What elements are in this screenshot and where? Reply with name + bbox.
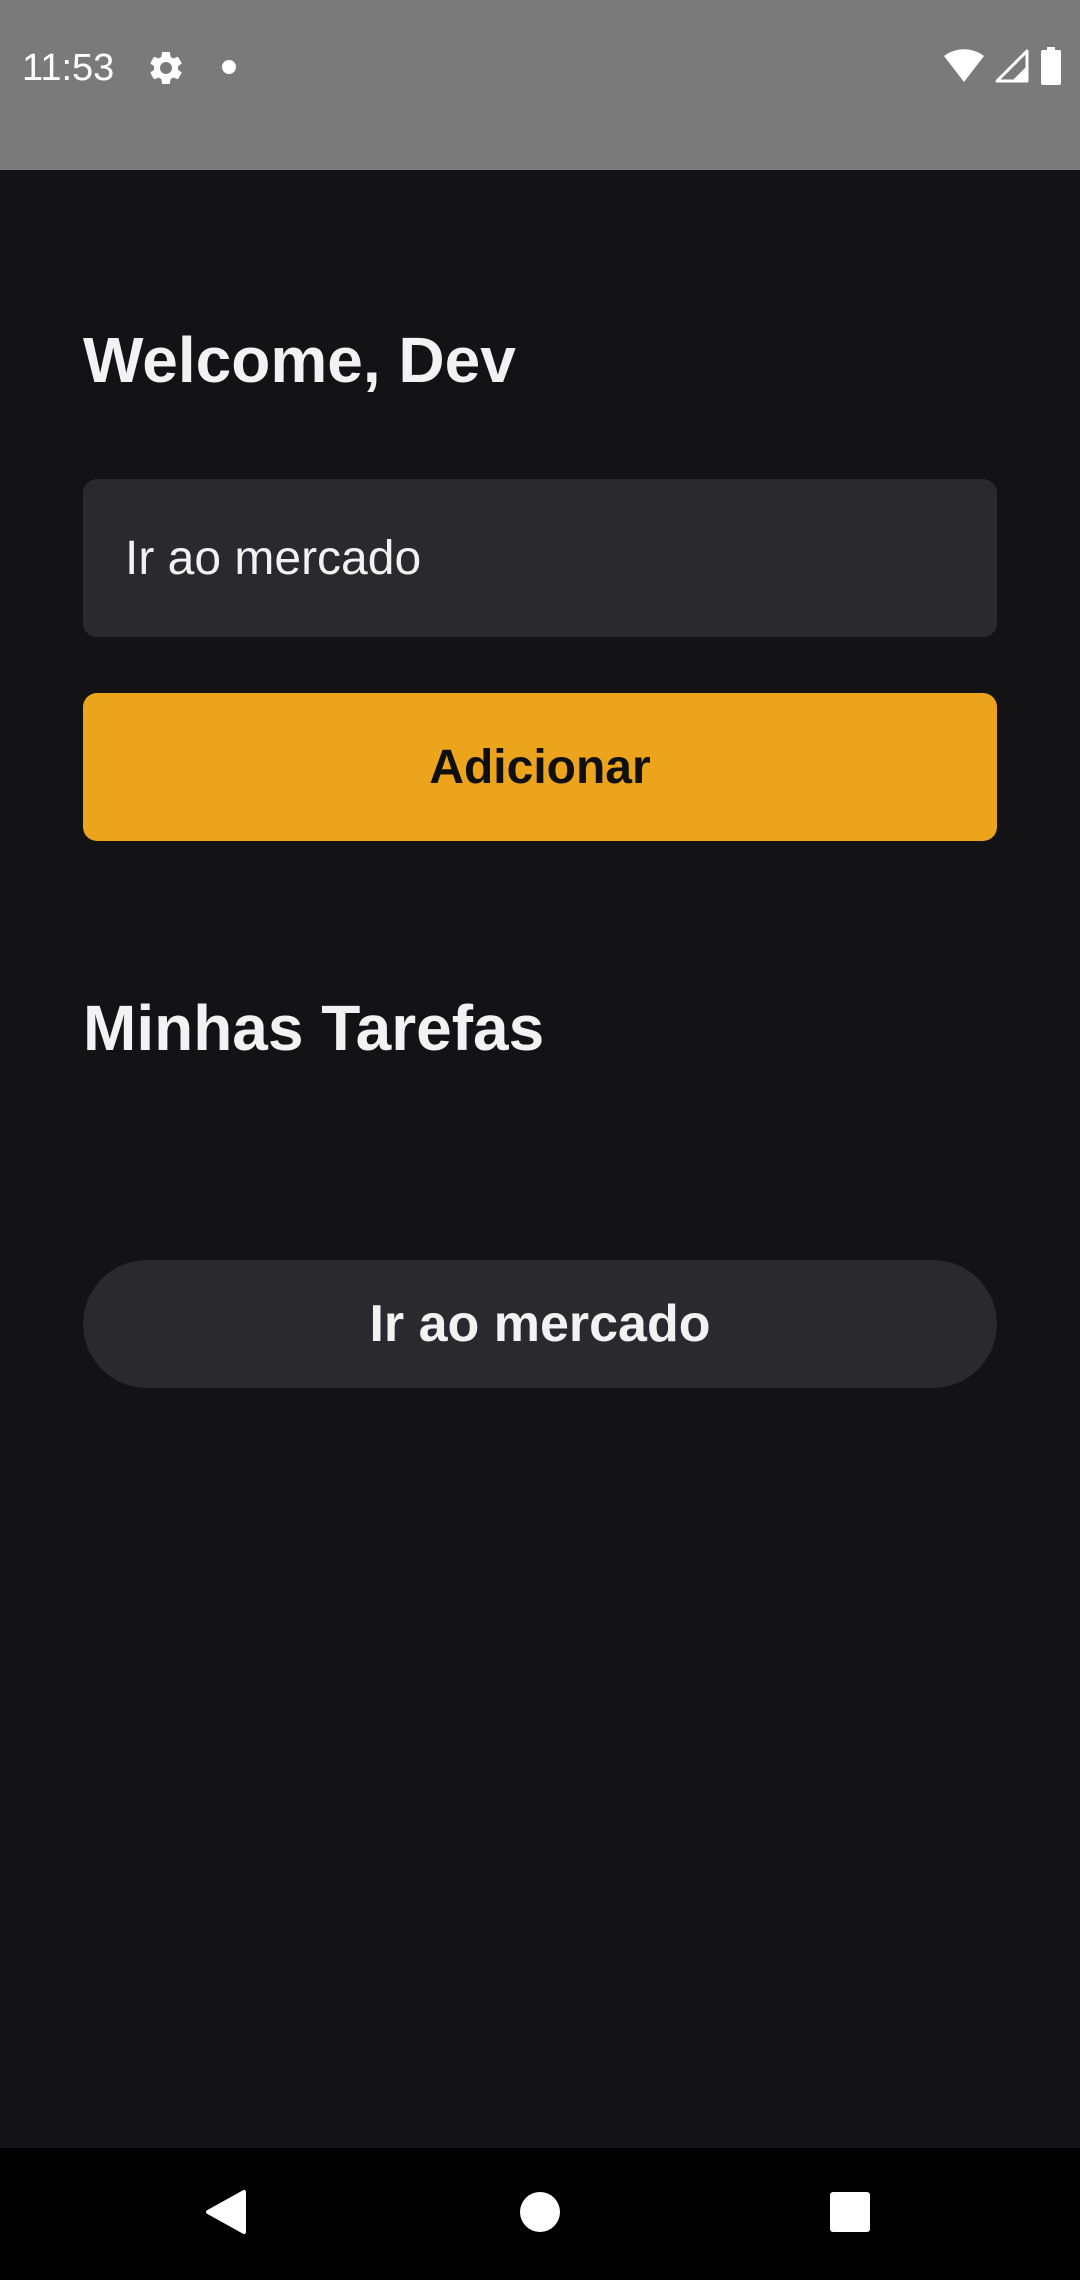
task-item-label: Ir ao mercado	[369, 1295, 711, 1353]
cell-signal-icon	[994, 49, 1030, 88]
app-screen: Welcome, Dev Adicionar Minhas Tarefas Ir…	[0, 170, 1080, 2148]
welcome-heading: Welcome, Dev	[83, 324, 516, 396]
add-task-button[interactable]: Adicionar	[83, 693, 997, 841]
task-input[interactable]	[83, 479, 997, 637]
recents-button[interactable]	[784, 2148, 916, 2280]
gear-icon	[146, 48, 186, 88]
notification-dot-icon	[222, 60, 236, 74]
section-title: Minhas Tarefas	[83, 992, 545, 1064]
navigation-bar	[0, 2148, 1080, 2280]
task-list-item[interactable]: Ir ao mercado	[83, 1260, 997, 1388]
battery-icon	[1040, 46, 1062, 90]
recents-icon	[829, 2191, 871, 2238]
status-bar: 11:53	[0, 0, 1080, 170]
status-time: 11:53	[22, 47, 115, 89]
home-button[interactable]	[474, 2148, 606, 2280]
back-icon	[204, 2188, 248, 2241]
wifi-icon	[944, 48, 984, 88]
home-icon	[519, 2191, 561, 2238]
status-icons	[944, 46, 1062, 90]
back-button[interactable]	[160, 2148, 292, 2280]
